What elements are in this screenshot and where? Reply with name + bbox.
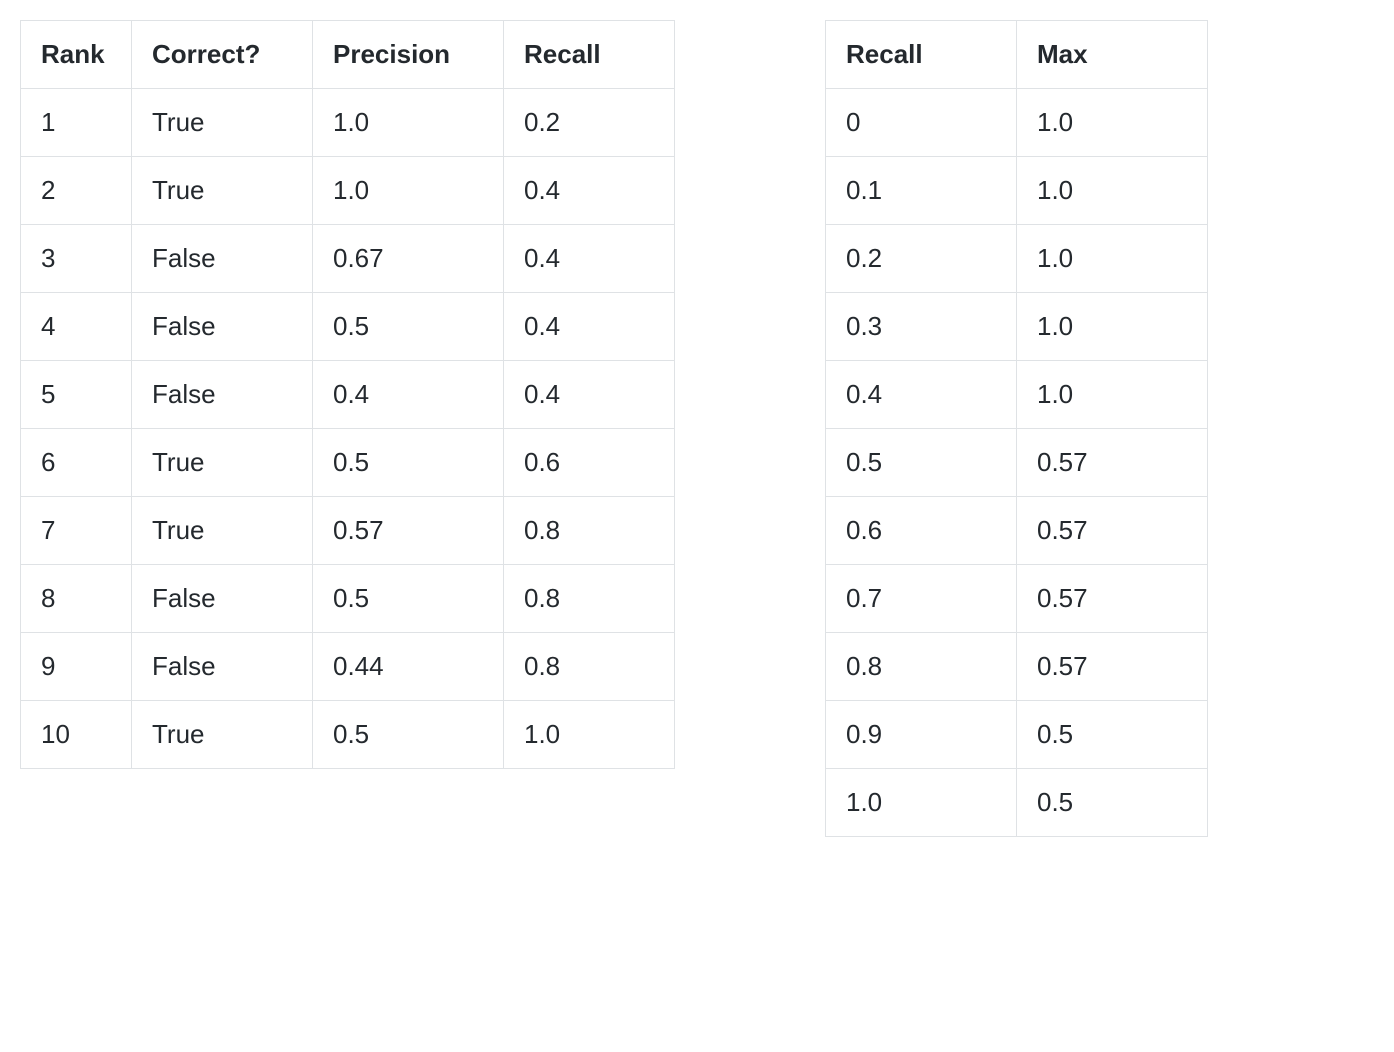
table-row: 0.3 1.0 (826, 293, 1208, 361)
cell-precision: 0.5 (313, 429, 504, 497)
header-rank: Rank (21, 21, 132, 89)
table-row: 0.4 1.0 (826, 361, 1208, 429)
table-row: 2 True 1.0 0.4 (21, 157, 675, 225)
cell-rank: 4 (21, 293, 132, 361)
cell-rank: 10 (21, 701, 132, 769)
cell-recall: 0.4 (826, 361, 1017, 429)
table-header-row: Rank Correct? Precision Recall (21, 21, 675, 89)
table-row: 3 False 0.67 0.4 (21, 225, 675, 293)
header-recall: Recall (504, 21, 675, 89)
table-row: 0.7 0.57 (826, 565, 1208, 633)
cell-correct: False (132, 225, 313, 293)
cell-recall: 0.4 (504, 157, 675, 225)
cell-correct: True (132, 429, 313, 497)
header-precision: Precision (313, 21, 504, 89)
cell-rank: 9 (21, 633, 132, 701)
table-row: 6 True 0.5 0.6 (21, 429, 675, 497)
cell-max: 1.0 (1017, 293, 1208, 361)
table-header-row: Recall Max (826, 21, 1208, 89)
cell-recall: 0.6 (826, 497, 1017, 565)
cell-rank: 7 (21, 497, 132, 565)
cell-recall: 0 (826, 89, 1017, 157)
cell-precision: 1.0 (313, 157, 504, 225)
cell-correct: True (132, 497, 313, 565)
cell-correct: False (132, 565, 313, 633)
cell-max: 0.5 (1017, 701, 1208, 769)
cell-recall: 0.4 (504, 293, 675, 361)
table-row: 0.6 0.57 (826, 497, 1208, 565)
cell-precision: 0.5 (313, 701, 504, 769)
table-row: 0.1 1.0 (826, 157, 1208, 225)
cell-max: 0.5 (1017, 769, 1208, 837)
cell-precision: 0.57 (313, 497, 504, 565)
cell-correct: True (132, 157, 313, 225)
cell-precision: 0.44 (313, 633, 504, 701)
cell-recall: 0.6 (504, 429, 675, 497)
cell-recall: 0.8 (504, 633, 675, 701)
tables-container: Rank Correct? Precision Recall 1 True 1.… (20, 20, 1374, 837)
cell-recall: 0.8 (504, 565, 675, 633)
cell-max: 0.57 (1017, 565, 1208, 633)
cell-recall: 0.3 (826, 293, 1017, 361)
table-row: 0.9 0.5 (826, 701, 1208, 769)
cell-rank: 1 (21, 89, 132, 157)
cell-rank: 3 (21, 225, 132, 293)
header-correct: Correct? (132, 21, 313, 89)
cell-rank: 2 (21, 157, 132, 225)
cell-recall: 0.4 (504, 361, 675, 429)
cell-precision: 1.0 (313, 89, 504, 157)
table-row: 0.5 0.57 (826, 429, 1208, 497)
table-row: 9 False 0.44 0.8 (21, 633, 675, 701)
cell-recall: 0.8 (826, 633, 1017, 701)
cell-recall: 0.5 (826, 429, 1017, 497)
table-row: 10 True 0.5 1.0 (21, 701, 675, 769)
cell-max: 0.57 (1017, 633, 1208, 701)
table-row: 8 False 0.5 0.8 (21, 565, 675, 633)
cell-precision: 0.67 (313, 225, 504, 293)
header-max: Max (1017, 21, 1208, 89)
table-row: 0.2 1.0 (826, 225, 1208, 293)
cell-recall: 0.2 (826, 225, 1017, 293)
cell-precision: 0.4 (313, 361, 504, 429)
cell-precision: 0.5 (313, 293, 504, 361)
cell-correct: False (132, 361, 313, 429)
header-recall: Recall (826, 21, 1017, 89)
cell-max: 1.0 (1017, 361, 1208, 429)
precision-recall-table: Rank Correct? Precision Recall 1 True 1.… (20, 20, 675, 769)
cell-max: 0.57 (1017, 497, 1208, 565)
cell-recall: 0.4 (504, 225, 675, 293)
cell-max: 1.0 (1017, 89, 1208, 157)
table-row: 1.0 0.5 (826, 769, 1208, 837)
cell-rank: 8 (21, 565, 132, 633)
cell-max: 1.0 (1017, 157, 1208, 225)
cell-recall: 0.2 (504, 89, 675, 157)
cell-rank: 6 (21, 429, 132, 497)
cell-recall: 0.9 (826, 701, 1017, 769)
cell-recall: 1.0 (826, 769, 1017, 837)
cell-correct: False (132, 293, 313, 361)
cell-recall: 0.8 (504, 497, 675, 565)
cell-max: 1.0 (1017, 225, 1208, 293)
recall-max-table: Recall Max 0 1.0 0.1 1.0 0.2 1.0 0.3 1.0 (825, 20, 1208, 837)
table-row: 0 1.0 (826, 89, 1208, 157)
cell-correct: True (132, 89, 313, 157)
table-row: 7 True 0.57 0.8 (21, 497, 675, 565)
cell-rank: 5 (21, 361, 132, 429)
table-row: 0.8 0.57 (826, 633, 1208, 701)
cell-correct: False (132, 633, 313, 701)
cell-precision: 0.5 (313, 565, 504, 633)
table-row: 1 True 1.0 0.2 (21, 89, 675, 157)
cell-recall: 0.7 (826, 565, 1017, 633)
cell-max: 0.57 (1017, 429, 1208, 497)
table-row: 4 False 0.5 0.4 (21, 293, 675, 361)
cell-correct: True (132, 701, 313, 769)
cell-recall: 1.0 (504, 701, 675, 769)
cell-recall: 0.1 (826, 157, 1017, 225)
table-row: 5 False 0.4 0.4 (21, 361, 675, 429)
